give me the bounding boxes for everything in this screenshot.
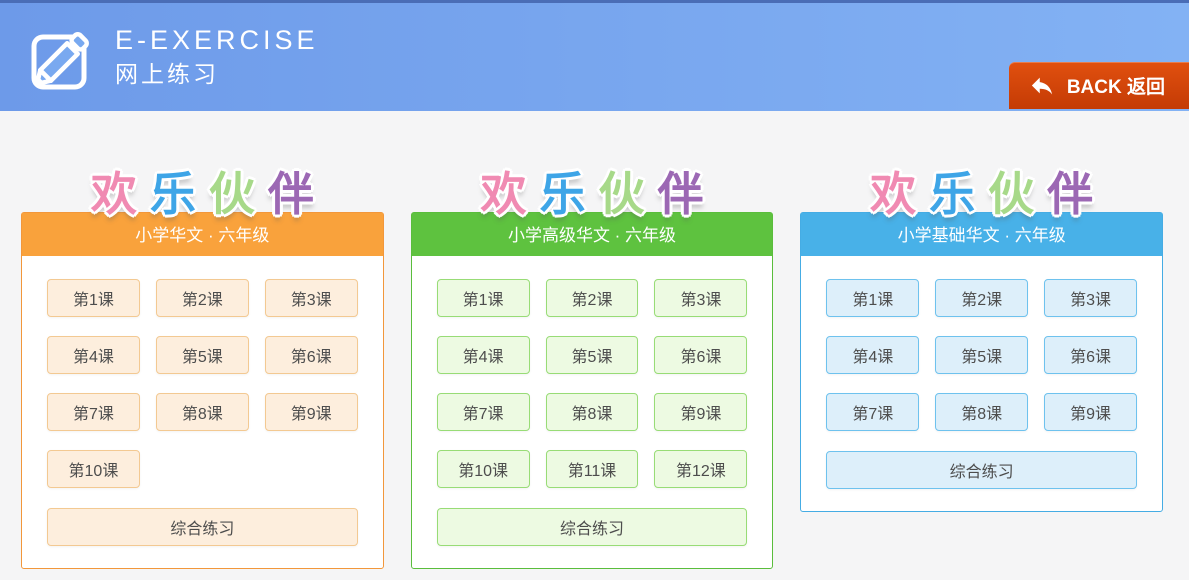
- brand-logo: 欢乐伙伴: [21, 168, 384, 220]
- lesson-button[interactable]: 第1课: [826, 279, 919, 317]
- lesson-grid: 第1课第2课第3课第4课第5课第6课第7课第8课第9课第10课: [47, 279, 358, 488]
- course-column: 欢乐伙伴 小学高级华文 · 六年级 第1课第2课第3课第4课第5课第6课第7课第…: [411, 168, 774, 569]
- lesson-button[interactable]: 第6课: [654, 336, 747, 374]
- lesson-button[interactable]: 第10课: [437, 450, 530, 488]
- practice-button[interactable]: 综合练习: [47, 508, 358, 546]
- brand-logo-char: 乐: [540, 168, 599, 220]
- lesson-button[interactable]: 第8课: [156, 393, 249, 431]
- brand-logo-char: 伴: [268, 168, 327, 220]
- brand-logo-char: 乐: [150, 168, 209, 220]
- course-column: 欢乐伙伴 小学华文 · 六年级 第1课第2课第3课第4课第5课第6课第7课第8课…: [21, 168, 384, 569]
- brand-logo-char: 伴: [658, 168, 717, 220]
- lesson-button[interactable]: 第3课: [654, 279, 747, 317]
- lesson-button[interactable]: 第5课: [935, 336, 1028, 374]
- lesson-button[interactable]: 第4课: [437, 336, 530, 374]
- brand-logo: 欢乐伙伴: [411, 168, 774, 220]
- lesson-button[interactable]: 第11课: [546, 450, 639, 488]
- lesson-button[interactable]: 第12课: [654, 450, 747, 488]
- lesson-button[interactable]: 第9课: [265, 393, 358, 431]
- card-body: 第1课第2课第3课第4课第5课第6课第7课第8课第9课第10课 综合练习: [22, 256, 383, 568]
- brand-logo: 欢乐伙伴: [800, 168, 1163, 220]
- lesson-button[interactable]: 第7课: [826, 393, 919, 431]
- brand-logo-char: 伴: [1047, 168, 1106, 220]
- lesson-button[interactable]: 第4课: [47, 336, 140, 374]
- practice-button[interactable]: 综合练习: [826, 451, 1137, 489]
- cards-row: 欢乐伙伴 小学华文 · 六年级 第1课第2课第3课第4课第5课第6课第7课第8课…: [0, 111, 1189, 569]
- course-card: 小学华文 · 六年级 第1课第2课第3课第4课第5课第6课第7课第8课第9课第1…: [21, 212, 384, 569]
- lesson-button[interactable]: 第2课: [156, 279, 249, 317]
- lesson-button[interactable]: 第7课: [47, 393, 140, 431]
- brand-logo-char: 伙: [988, 168, 1047, 220]
- lesson-button[interactable]: 第6课: [265, 336, 358, 374]
- lesson-grid: 第1课第2课第3课第4课第5课第6课第7课第8课第9课第10课第11课第12课: [437, 279, 748, 488]
- lesson-button[interactable]: 第2课: [935, 279, 1028, 317]
- lesson-button[interactable]: 第6课: [1044, 336, 1137, 374]
- brand-logo-char: 欢: [870, 168, 929, 220]
- lesson-button[interactable]: 第10课: [47, 450, 140, 488]
- app-title-zh: 网上练习: [115, 59, 319, 89]
- lesson-button[interactable]: 第5课: [156, 336, 249, 374]
- brand-logo-char: 伙: [599, 168, 658, 220]
- lesson-button[interactable]: 第3课: [265, 279, 358, 317]
- lesson-grid: 第1课第2课第3课第4课第5课第6课第7课第8课第9课: [826, 279, 1137, 431]
- course-card: 小学高级华文 · 六年级 第1课第2课第3课第4课第5课第6课第7课第8课第9课…: [411, 212, 774, 569]
- lesson-button[interactable]: 第8课: [935, 393, 1028, 431]
- card-title: 小学高级华文 · 六年级: [508, 226, 676, 245]
- practice-button[interactable]: 综合练习: [437, 508, 748, 546]
- lesson-button[interactable]: 第8课: [546, 393, 639, 431]
- card-title: 小学基础华文 · 六年级: [898, 226, 1066, 245]
- lesson-button[interactable]: 第2课: [546, 279, 639, 317]
- lesson-button[interactable]: 第3课: [1044, 279, 1137, 317]
- back-label: BACK 返回: [1067, 72, 1165, 99]
- card-body: 第1课第2课第3课第4课第5课第6课第7课第8课第9课第10课第11课第12课 …: [412, 256, 773, 568]
- course-card: 小学基础华文 · 六年级 第1课第2课第3课第4课第5课第6课第7课第8课第9课…: [800, 212, 1163, 512]
- lesson-button[interactable]: 第5课: [546, 336, 639, 374]
- brand-logo-char: 欢: [91, 168, 150, 220]
- lesson-button[interactable]: 第9课: [654, 393, 747, 431]
- brand-logo-char: 乐: [929, 168, 988, 220]
- app-title-en: E-EXERCISE: [115, 25, 319, 55]
- lesson-button[interactable]: 第7课: [437, 393, 530, 431]
- card-body: 第1课第2课第3课第4课第5课第6课第7课第8课第9课 综合练习: [801, 256, 1162, 511]
- app-header: E-EXERCISE 网上练习 BACK 返回: [0, 0, 1189, 111]
- card-title: 小学华文 · 六年级: [135, 226, 269, 245]
- lesson-button[interactable]: 第4课: [826, 336, 919, 374]
- lesson-button[interactable]: 第1课: [47, 279, 140, 317]
- pencil-icon: [30, 25, 92, 91]
- app-title-block: E-EXERCISE 网上练习: [115, 25, 319, 89]
- brand-logo-char: 伙: [209, 168, 268, 220]
- brand-logo-char: 欢: [481, 168, 540, 220]
- lesson-button[interactable]: 第9课: [1044, 393, 1137, 431]
- course-column: 欢乐伙伴 小学基础华文 · 六年级 第1课第2课第3课第4课第5课第6课第7课第…: [800, 168, 1163, 569]
- back-button[interactable]: BACK 返回: [1009, 62, 1189, 109]
- lesson-button[interactable]: 第1课: [437, 279, 530, 317]
- back-arrow-icon: [1027, 72, 1057, 99]
